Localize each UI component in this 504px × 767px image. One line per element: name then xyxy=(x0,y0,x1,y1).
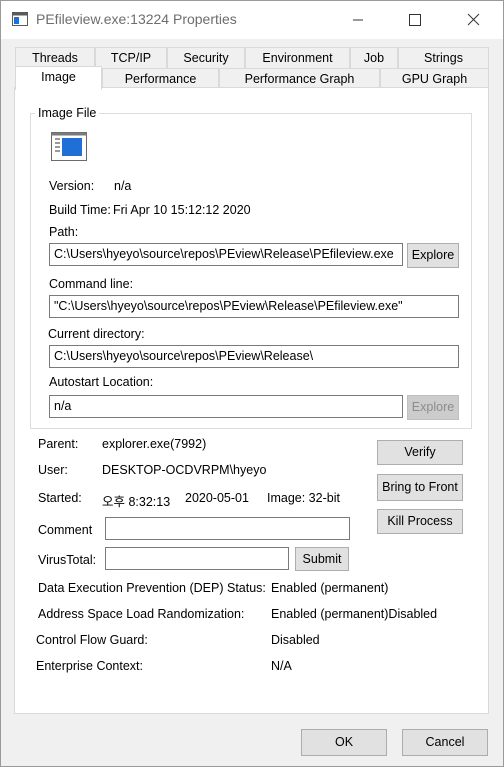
build-time-value: Fri Apr 10 15:12:12 2020 xyxy=(113,203,251,217)
autostart-location-field[interactable]: n/a xyxy=(49,395,403,418)
verify-button[interactable]: Verify xyxy=(377,440,463,465)
window-title: PEfileview.exe:13224 Properties xyxy=(36,11,237,27)
virustotal-field[interactable] xyxy=(105,547,289,570)
bring-to-front-button[interactable]: Bring to Front xyxy=(377,474,463,501)
dep-value: Enabled (permanent) xyxy=(271,581,389,595)
dep-label: Data Execution Prevention (DEP) Status: xyxy=(38,581,266,595)
tab-strings[interactable]: Strings xyxy=(398,47,489,69)
enterprise-context-label: Enterprise Context: xyxy=(36,659,143,673)
image-file-group-title: Image File xyxy=(35,106,100,120)
image-bitness: Image: 32-bit xyxy=(267,491,340,505)
enterprise-context-value: N/A xyxy=(271,659,292,673)
submit-button[interactable]: Submit xyxy=(295,547,349,571)
tab-tcpip[interactable]: TCP/IP xyxy=(95,47,167,69)
aslr-value: Enabled (permanent)Disabled xyxy=(271,607,438,621)
autostart-location-label: Autostart Location: xyxy=(49,375,154,389)
build-time-label: Build Time: xyxy=(49,203,111,217)
cfg-label: Control Flow Guard: xyxy=(36,633,148,647)
command-line-field[interactable]: "C:\Users\hyeyo\source\repos\PEview\Rele… xyxy=(49,295,459,318)
explore-autostart-button: Explore xyxy=(407,395,459,420)
executable-file-icon xyxy=(51,132,87,161)
kill-process-button[interactable]: Kill Process xyxy=(377,509,463,534)
parent-label: Parent: xyxy=(38,437,79,451)
title-bar[interactable]: PEfileview.exe:13224 Properties xyxy=(1,1,503,39)
close-icon xyxy=(467,13,480,26)
aslr-label: Address Space Load Randomization: xyxy=(38,607,245,621)
parent-value: explorer.exe(7992) xyxy=(102,437,207,451)
current-directory-label: Current directory: xyxy=(48,327,145,341)
path-field[interactable]: C:\Users\hyeyo\source\repos\PEview\Relea… xyxy=(49,243,403,266)
command-line-label: Command line: xyxy=(49,277,134,291)
user-label: User: xyxy=(38,463,68,477)
close-button[interactable] xyxy=(450,1,496,37)
tab-image[interactable]: Image xyxy=(15,66,102,90)
virustotal-label: VirusTotal: xyxy=(38,553,97,567)
explore-path-button[interactable]: Explore xyxy=(407,243,459,268)
minimize-icon xyxy=(353,19,363,21)
cancel-button[interactable]: Cancel xyxy=(402,729,488,756)
path-label: Path: xyxy=(49,225,79,239)
version-label: Version: xyxy=(49,179,95,193)
tab-job[interactable]: Job xyxy=(350,47,398,69)
current-directory-field[interactable]: C:\Users\hyeyo\source\repos\PEview\Relea… xyxy=(49,345,459,368)
tab-security[interactable]: Security xyxy=(167,47,245,69)
comment-label: Comment xyxy=(38,523,93,537)
started-label: Started: xyxy=(38,491,82,505)
maximize-icon xyxy=(409,14,421,26)
cfg-value: Disabled xyxy=(271,633,320,647)
started-date: 2020-05-01 xyxy=(185,491,249,505)
version-value: n/a xyxy=(114,179,132,193)
maximize-button[interactable] xyxy=(392,1,438,37)
properties-window: PEfileview.exe:13224 Properties Threads … xyxy=(0,0,504,767)
started-time: 오후 8:32:13 xyxy=(102,495,171,509)
ok-button[interactable]: OK xyxy=(301,729,387,756)
tab-environment[interactable]: Environment xyxy=(245,47,350,69)
minimize-button[interactable] xyxy=(335,1,381,37)
comment-field[interactable] xyxy=(105,517,350,540)
application-window-icon xyxy=(12,12,28,26)
user-value: DESKTOP-OCDVRPM\hyeyo xyxy=(102,463,267,477)
